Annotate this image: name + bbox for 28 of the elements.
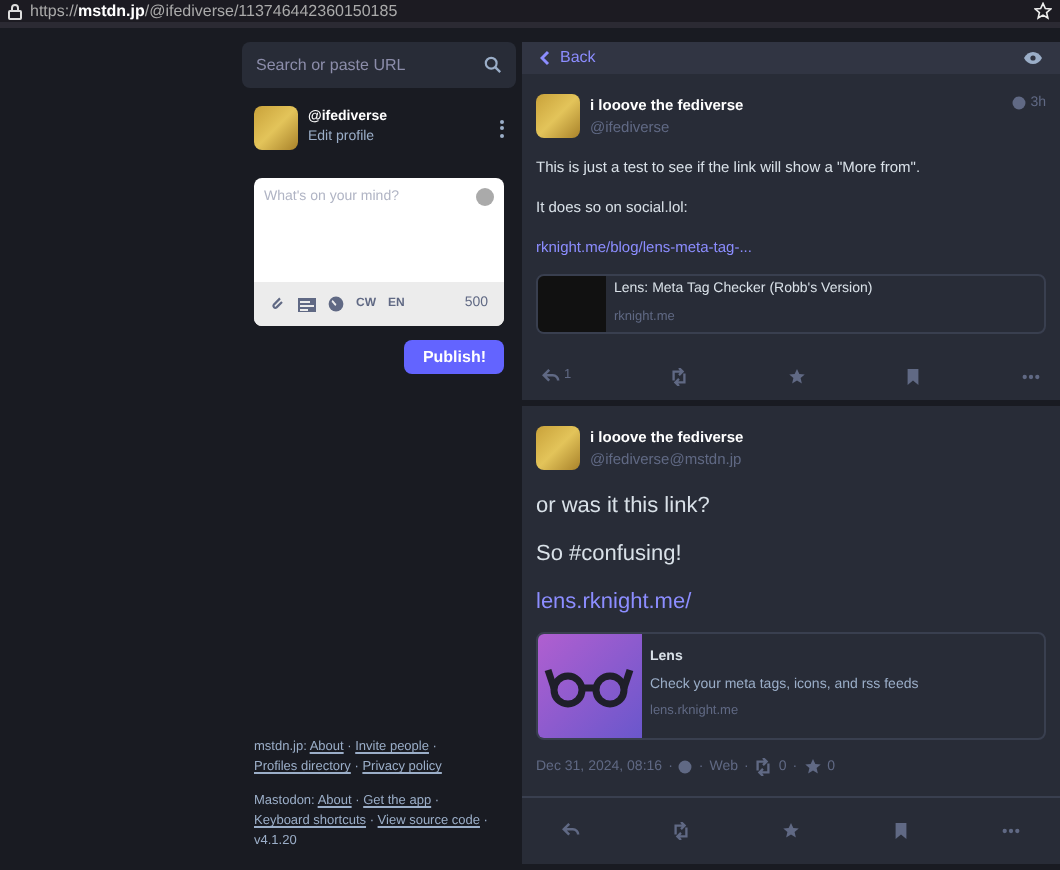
poll-icon[interactable] bbox=[298, 297, 316, 311]
publish-button[interactable]: Publish! bbox=[404, 340, 504, 374]
boost-icon[interactable] bbox=[670, 367, 689, 385]
bookmark-icon[interactable] bbox=[904, 367, 923, 385]
star-icon[interactable] bbox=[787, 367, 806, 385]
post-text: or was it this link? bbox=[536, 491, 712, 519]
back-button[interactable]: Back bbox=[540, 45, 596, 70]
avatar-image[interactable] bbox=[536, 93, 580, 137]
bookmark-icon[interactable] bbox=[892, 822, 910, 840]
search-field[interactable]: Search or paste URL bbox=[242, 42, 516, 88]
star-icon[interactable] bbox=[782, 822, 800, 840]
reply-icon[interactable] bbox=[542, 367, 560, 385]
chevron-left-icon bbox=[540, 49, 550, 66]
thumbnail-image bbox=[538, 276, 606, 332]
boost-icon[interactable] bbox=[754, 758, 773, 777]
star-icon[interactable] bbox=[1034, 2, 1052, 20]
post-text: So #confusing! bbox=[536, 539, 684, 567]
search-icon bbox=[484, 56, 502, 74]
eye-icon[interactable] bbox=[1024, 51, 1042, 64]
glasses-icon bbox=[538, 633, 642, 737]
reply-icon[interactable] bbox=[562, 822, 580, 840]
post-link[interactable]: lens.rknight.me/ bbox=[536, 587, 692, 615]
lock-icon bbox=[8, 3, 22, 19]
avatar-image[interactable] bbox=[254, 106, 298, 150]
boost-icon[interactable] bbox=[672, 822, 690, 840]
avatar-image[interactable] bbox=[536, 426, 580, 470]
paperclip-icon[interactable] bbox=[270, 296, 286, 312]
star-icon[interactable] bbox=[803, 758, 822, 777]
